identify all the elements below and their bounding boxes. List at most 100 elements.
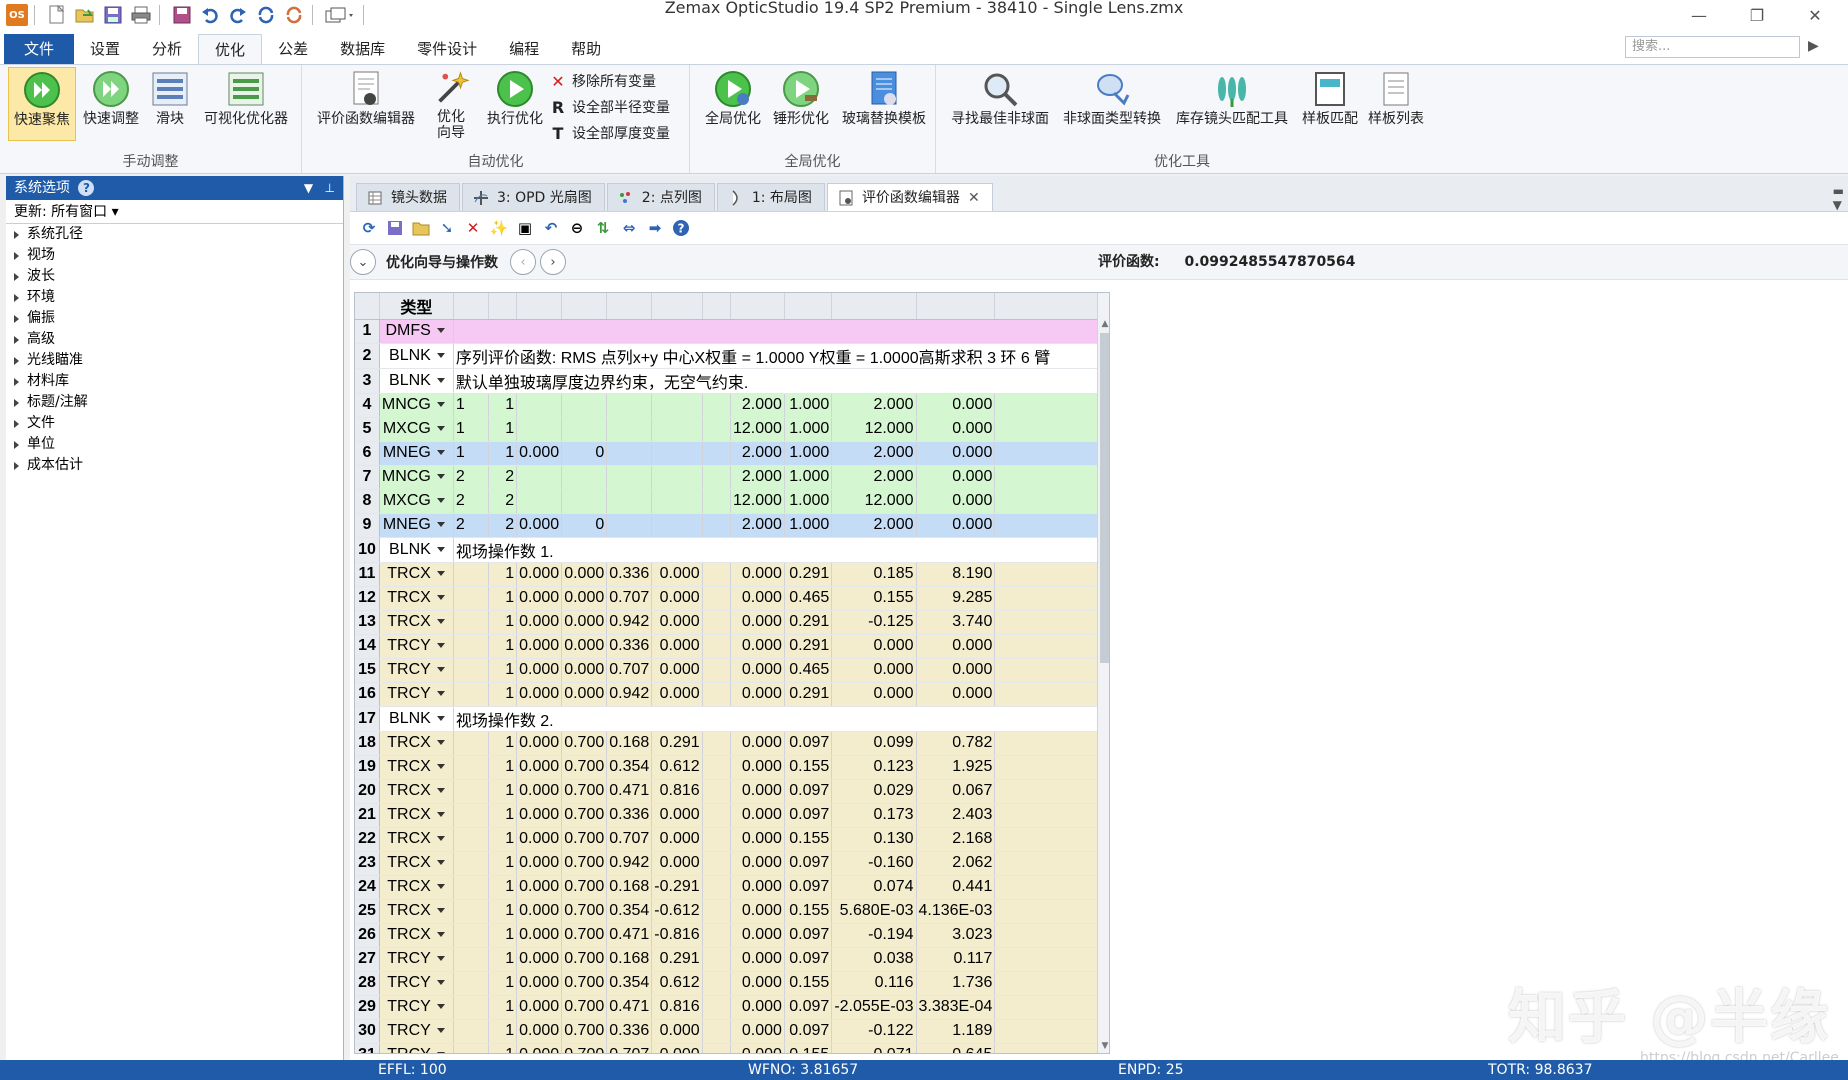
data-cell[interactable]	[651, 465, 703, 490]
data-cell[interactable]: 0.000	[730, 586, 785, 611]
scroll-up-icon[interactable]: ▲	[1100, 319, 1109, 331]
data-cell[interactable]: 5.680E-03	[831, 899, 917, 924]
table-row[interactable]: 16 TRCY 1 0.000 0.000 0.942 0.000 0.000 0.291 0.0…	[355, 682, 1109, 707]
data-cell[interactable]	[516, 393, 563, 418]
data-cell[interactable]: 0.700	[561, 971, 608, 996]
data-cell[interactable]: 1.000	[784, 441, 833, 466]
dropdown-arrow-icon[interactable]	[436, 328, 445, 334]
data-cell[interactable]: 0.155	[784, 827, 833, 852]
system-option-item[interactable]: 材料库	[6, 371, 343, 392]
data-cell[interactable]: 0.000	[651, 634, 703, 659]
tab-analyze[interactable]: 分析	[136, 34, 198, 64]
data-cell[interactable]: 0.155	[784, 1043, 833, 1053]
data-cell[interactable]	[606, 393, 653, 418]
dropdown-arrow-icon[interactable]	[436, 956, 445, 962]
data-cell[interactable]: 0.700	[561, 995, 608, 1020]
row-number[interactable]: 15	[355, 658, 380, 683]
row-number[interactable]: 5	[355, 417, 380, 442]
expand-arrow-icon[interactable]	[14, 314, 19, 323]
data-cell[interactable]: 2.000	[831, 465, 917, 490]
dropdown-arrow-icon[interactable]	[436, 860, 445, 866]
data-cell[interactable]: 0.700	[561, 779, 608, 804]
data-cell[interactable]: 0.074	[831, 875, 917, 900]
data-cell[interactable]	[702, 899, 731, 924]
data-cell[interactable]	[994, 899, 1109, 924]
data-cell[interactable]: 0.291	[651, 947, 703, 972]
data-cell[interactable]: 0.700	[561, 947, 608, 972]
collapse-icon[interactable]: ⇔	[618, 217, 640, 239]
data-cell[interactable]: 0.000	[516, 1043, 563, 1053]
data-cell[interactable]	[994, 923, 1109, 948]
system-option-item[interactable]: 成本估计	[6, 455, 343, 476]
data-cell[interactable]: 12.000	[730, 417, 785, 442]
data-cell[interactable]: 0.707	[606, 658, 653, 683]
data-cell[interactable]: 0.942	[606, 682, 653, 707]
prev-button[interactable]: ‹	[510, 249, 536, 275]
data-cell[interactable]: 0.000	[651, 1019, 703, 1044]
undo-icon[interactable]: ↶	[540, 217, 562, 239]
tab-merit-function-editor[interactable]: 评价函数编辑器 ✕	[826, 183, 993, 211]
data-cell[interactable]	[702, 658, 731, 683]
table-row[interactable]: 10 BLNK 视场操作数 1.	[355, 537, 1109, 563]
update-dropdown[interactable]: 更新: 所有窗口 ▾	[6, 200, 343, 224]
operand-type-cell[interactable]: TRCX	[379, 562, 454, 587]
data-cell[interactable]: 2.168	[916, 827, 996, 852]
data-cell[interactable]: 0.700	[561, 875, 608, 900]
row-number[interactable]: 13	[355, 610, 380, 635]
data-cell[interactable]: 1	[453, 393, 489, 418]
data-cell[interactable]: 0.471	[606, 923, 653, 948]
data-cell[interactable]: 2.000	[831, 441, 917, 466]
data-cell[interactable]	[994, 417, 1109, 442]
data-cell[interactable]: 0	[561, 513, 608, 538]
data-cell[interactable]: 0.000	[561, 610, 608, 635]
operand-type-cell[interactable]: TRCY	[379, 1043, 454, 1053]
data-cell[interactable]: 2	[453, 465, 489, 490]
data-cell[interactable]: 1	[488, 610, 518, 635]
data-cell[interactable]	[702, 586, 731, 611]
expand-arrow-icon[interactable]	[14, 440, 19, 449]
data-cell[interactable]: 1	[488, 899, 518, 924]
system-option-item[interactable]: 系统孔径	[6, 224, 343, 245]
dropdown-arrow-icon[interactable]	[436, 715, 445, 721]
system-option-item[interactable]: 高级	[6, 329, 343, 350]
data-cell[interactable]	[651, 441, 703, 466]
data-cell[interactable]: 0.000	[916, 634, 996, 659]
data-cell[interactable]: 0.155	[784, 755, 833, 780]
data-cell[interactable]: 0.336	[606, 562, 653, 587]
slider-button[interactable]: 滑块	[146, 67, 194, 141]
data-cell[interactable]: 12.000	[831, 489, 917, 514]
data-cell[interactable]	[702, 441, 731, 466]
data-cell[interactable]: 0.000	[730, 947, 785, 972]
row-number[interactable]: 24	[355, 875, 380, 900]
row-number[interactable]: 7	[355, 465, 380, 490]
data-cell[interactable]: 0.000	[651, 803, 703, 828]
data-cell[interactable]	[453, 586, 489, 611]
data-cell[interactable]: 0.354	[606, 755, 653, 780]
data-cell[interactable]: 0.645	[916, 1043, 996, 1053]
data-cell[interactable]: 0.291	[784, 634, 833, 659]
data-cell[interactable]: 0.000	[561, 586, 608, 611]
data-cell[interactable]	[994, 947, 1109, 972]
minimize-button[interactable]: —	[1670, 0, 1728, 30]
system-option-item[interactable]: 环境	[6, 287, 343, 308]
data-cell[interactable]	[453, 731, 489, 756]
data-cell[interactable]: 0.465	[784, 586, 833, 611]
data-cell[interactable]: 0.097	[784, 923, 833, 948]
data-cell[interactable]: 0.700	[561, 923, 608, 948]
table-row[interactable]: 23 TRCX 1 0.000 0.700 0.942 0.000 0.000 0.097 -0.…	[355, 851, 1109, 876]
data-cell[interactable]: 1	[488, 995, 518, 1020]
delete-icon[interactable]: ✕	[462, 217, 484, 239]
data-cell[interactable]: 0.942	[606, 851, 653, 876]
data-cell[interactable]: 0.000	[730, 995, 785, 1020]
stock-lens-matching-button[interactable]: 库存镜头匹配工具	[1170, 67, 1294, 141]
data-cell[interactable]: 1	[488, 1019, 518, 1044]
row-number[interactable]: 27	[355, 947, 380, 972]
dropdown-arrow-icon[interactable]	[436, 764, 445, 770]
data-cell[interactable]	[453, 779, 489, 804]
data-cell[interactable]: 3.740	[916, 610, 996, 635]
data-cell[interactable]: 0.000	[561, 634, 608, 659]
data-cell[interactable]: 0.000	[730, 971, 785, 996]
data-cell[interactable]: 0.000	[651, 658, 703, 683]
refresh-all-icon[interactable]	[282, 4, 306, 26]
operand-type-cell[interactable]: TRCY	[379, 658, 454, 683]
